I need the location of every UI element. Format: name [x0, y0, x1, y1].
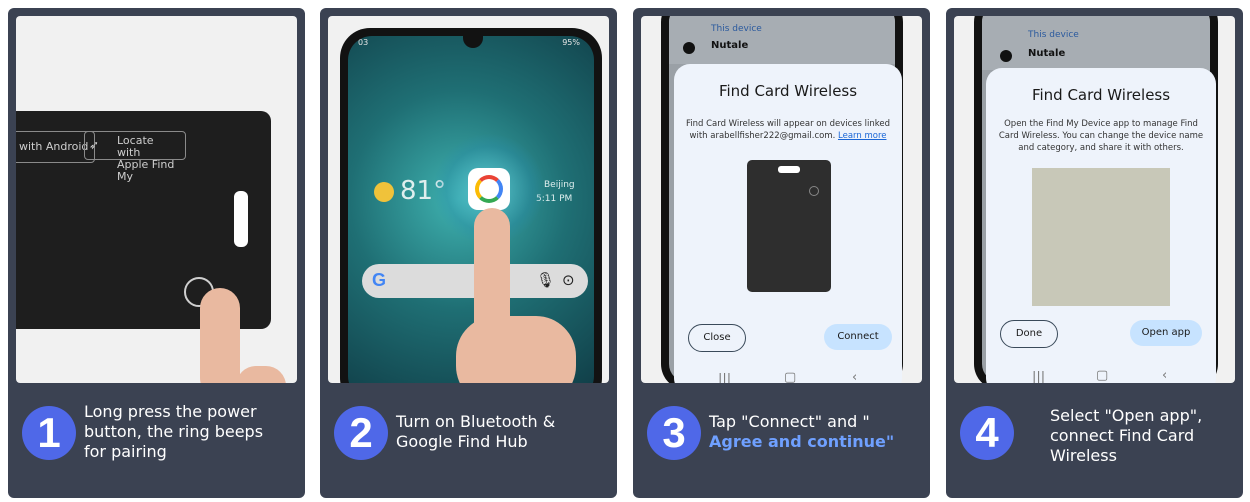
step-3-caption: 3 Tap "Connect" and " Agree and continue…: [633, 386, 930, 498]
lens-icon[interactable]: ⊙: [562, 271, 575, 289]
step-panel-3: This device Nutale Find Card Wireless Fi…: [633, 8, 930, 498]
step-4-caption: 4 Select "Open app", connect Find Card W…: [946, 386, 1243, 498]
step-panel-1: with Android ➶ Locate with Apple Find My…: [8, 8, 305, 498]
step-panel-2: 03 95% 81° Beijing 5:11 PM G 🎙 ⊙ 2 Turn …: [320, 8, 617, 498]
recents-icon-4[interactable]: |||: [1032, 370, 1045, 383]
open-app-dialog: Find Card Wireless Open the Find My Devi…: [986, 68, 1216, 383]
step-4-text: Select "Open app", connect Find Card Wir…: [1050, 406, 1203, 465]
pressing-finger: [200, 288, 240, 383]
open-app-button[interactable]: Open app: [1130, 320, 1202, 346]
mic-icon[interactable]: 🎙: [536, 271, 555, 289]
connect-button[interactable]: Connect: [824, 324, 892, 350]
device-list: This device Nutale: [669, 16, 895, 64]
step-number-2: 2: [334, 406, 388, 460]
device-image-placeholder: [1032, 168, 1170, 306]
step-number-1: 1: [22, 406, 76, 460]
device-list-4: This device Nutale: [982, 16, 1210, 70]
back-icon[interactable]: ‹: [852, 370, 857, 383]
step-2-caption: 2 Turn on Bluetooth & Google Find Hub: [320, 386, 617, 498]
home-icon[interactable]: ▢: [784, 370, 796, 383]
step-2-image: 03 95% 81° Beijing 5:11 PM G 🎙 ⊙: [328, 16, 609, 383]
step-2-text: Turn on Bluetooth & Google Find Hub: [396, 412, 556, 451]
close-button[interactable]: Close: [688, 324, 746, 352]
step-1-image: with Android ➶ Locate with Apple Find My: [16, 16, 297, 383]
step-number-3: 3: [647, 406, 701, 460]
dialog-body: Find Card Wireless will appear on device…: [685, 119, 891, 141]
card-button: [809, 186, 819, 196]
card-slot: [778, 166, 800, 173]
step-4-image: This device Nutale Find Card Wireless Op…: [954, 16, 1235, 383]
hand: [236, 366, 286, 383]
home-icon-4[interactable]: ▢: [1096, 368, 1108, 383]
sun-icon: [374, 182, 394, 202]
step-1-caption: 1 Long press the power button, the ring …: [8, 386, 305, 498]
step-3-image: This device Nutale Find Card Wireless Fi…: [641, 16, 922, 383]
lanyard-slot: [234, 191, 248, 247]
find-hub-app-icon[interactable]: [468, 168, 510, 210]
apple-badge: ➶ Locate with Apple Find My: [84, 131, 186, 183]
google-g-icon: G: [372, 270, 387, 290]
step-panel-4: This device Nutale Find Card Wireless Op…: [946, 8, 1243, 498]
dialog-title: Find Card Wireless: [718, 82, 858, 100]
dialog-4-body: Open the Find My Device app to manage Fi…: [998, 119, 1204, 153]
card-preview: [747, 160, 831, 292]
done-button[interactable]: Done: [1000, 320, 1058, 348]
step-number-4: 4: [960, 406, 1014, 460]
step-3-text: Tap "Connect" and " Agree and continue": [709, 412, 895, 451]
camera-notch: [463, 36, 483, 48]
step-1-text: Long press the power button, the ring be…: [84, 402, 264, 461]
pairing-dialog: Find Card Wireless Find Card Wireless wi…: [674, 64, 902, 383]
hand-2: [456, 316, 576, 383]
device-dot-4: [1000, 50, 1012, 62]
learn-more-link[interactable]: Learn more: [838, 131, 886, 141]
back-icon-4[interactable]: ‹: [1162, 368, 1167, 383]
city: Beijing: [544, 180, 575, 190]
location-icon: ➶: [89, 138, 100, 152]
recents-icon[interactable]: |||: [718, 372, 731, 383]
dialog-4-title: Find Card Wireless: [1031, 86, 1171, 104]
google-ring-icon: [475, 175, 503, 203]
device-dot: [683, 42, 695, 54]
